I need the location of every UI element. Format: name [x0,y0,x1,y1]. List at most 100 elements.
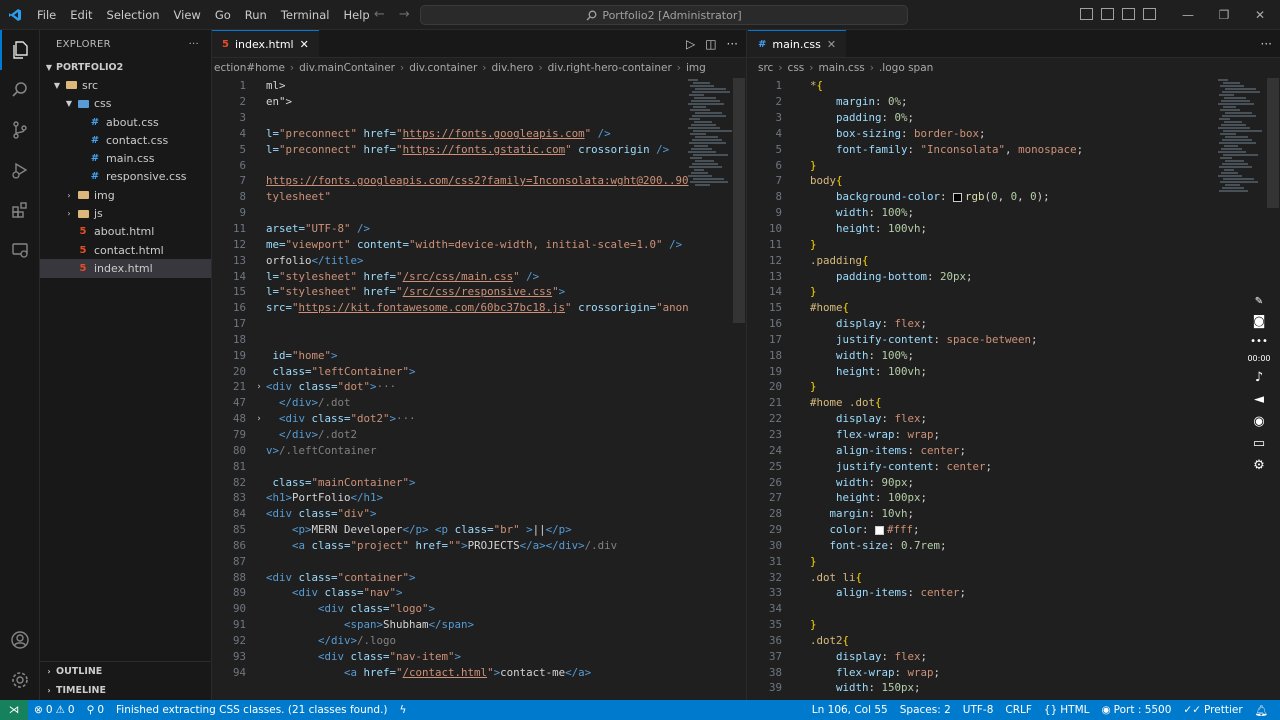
code-line[interactable]: 28 margin: 10vh; [748,506,1266,522]
account-icon[interactable] [0,620,40,660]
minimap-left[interactable] [688,78,732,198]
workspace-root[interactable]: ▼ PORTFOLIO2 [40,58,211,76]
split-editor-icon[interactable]: ◫ [705,37,716,51]
tree-item[interactable]: 5 about.html [40,223,211,241]
code-line[interactable]: 23 flex-wrap: wrap; [748,427,1266,443]
code-line[interactable]: 21 #home .dot{ [748,395,1266,411]
tree-item[interactable]: ▼ css [40,95,211,113]
code-line[interactable]: 34 [748,601,1266,617]
tree-item[interactable]: › img [40,186,211,204]
code-line[interactable]: 17 justify-content: space-between; [748,332,1266,348]
run-icon[interactable]: ▷ [686,37,695,51]
code-line[interactable]: 88 <div class="container"> [212,569,732,585]
tree-item[interactable]: # contact.css [40,131,211,149]
code-line[interactable]: 87 [212,553,732,569]
fold-chevron-icon[interactable]: › [252,414,266,424]
code-line[interactable]: 82 class="mainContainer"> [212,474,732,490]
menu-go[interactable]: Go [208,0,238,30]
close-tab-icon[interactable]: ✕ [827,38,836,51]
breadcrumb-item[interactable]: src [758,62,773,74]
manage-gear-icon[interactable] [0,660,40,700]
tree-item[interactable]: 5 contact.html [40,241,211,259]
breadcrumb-item[interactable]: div.mainContainer [299,62,395,74]
code-line[interactable]: 24 align-items: center; [748,442,1266,458]
code-line[interactable]: 85 <p>MERN Developer</p> <p class="br" >… [212,522,732,538]
code-line[interactable]: 86 <a class="project" href="">PROJECTS</… [212,537,732,553]
breadcrumb-item[interactable]: div.hero [491,62,533,74]
code-line[interactable]: 14 l="stylesheet" href="/src/css/main.css… [212,268,732,284]
code-line[interactable]: 37 display: flex; [748,648,1266,664]
code-line[interactable]: 38 flex-wrap: wrap; [748,664,1266,680]
encoding[interactable]: UTF-8 [957,704,1000,716]
code-line[interactable]: 14} [748,284,1266,300]
code-line[interactable]: 13 padding-bottom: 20px; [748,268,1266,284]
code-line[interactable]: 81 [212,458,732,474]
code-line[interactable]: 21 › <div class="dot">··· [212,379,732,395]
code-line[interactable]: 8 background-color: rgb(0, 0, 0); [748,189,1266,205]
webcam-icon[interactable]: ◉ [1253,414,1264,429]
search-view-icon[interactable] [0,70,40,110]
code-line[interactable]: 15 #home{ [748,300,1266,316]
close-tab-icon[interactable]: ✕ [300,38,309,51]
code-line[interactable]: 32 .dot li{ [748,569,1266,585]
code-area-right[interactable]: 1 *{2 margin: 0%; 3 padding: 0%; 4 box-sizi… [748,78,1266,700]
code-line[interactable]: 5 l="preconnect" href="https://fonts.gsta… [212,141,732,157]
code-line[interactable]: 30 font-size: 0.7rem; [748,537,1266,553]
color-swatch[interactable] [953,192,963,202]
code-line[interactable]: 8 tylesheet" [212,189,732,205]
code-line[interactable]: 36 .dot2{ [748,633,1266,649]
code-line[interactable]: 25 justify-content: center; [748,458,1266,474]
camera-icon[interactable]: ◙ [1253,314,1266,329]
pin-icon[interactable]: ✎ [1255,296,1263,307]
restore-icon[interactable]: ❐ [1206,0,1242,30]
toggle-secondary-sidebar-icon[interactable] [1122,8,1135,20]
color-swatch[interactable] [875,525,885,535]
breadcrumb-item[interactable]: ection#home [214,62,285,74]
explorer-icon[interactable] [0,30,40,70]
code-line[interactable]: 9 width: 100%; [748,205,1266,221]
code-line[interactable]: 47 </div>/.dot [212,395,732,411]
code-line[interactable]: 11 arset="UTF-8" /> [212,221,732,237]
more-icon[interactable]: ••• [1250,336,1268,347]
menu-selection[interactable]: Selection [100,0,167,30]
code-line[interactable]: 79 </div>/.dot2 [212,427,732,443]
breadcrumb-item[interactable]: main.css [818,62,864,74]
tab-index-html[interactable]: 5 index.html ✕ [212,30,319,57]
customize-layout-icon[interactable] [1143,8,1156,20]
code-line[interactable]: 11} [748,236,1266,252]
code-line[interactable]: 2 en"> [212,94,732,110]
code-line[interactable]: 33 align-items: center; [748,585,1266,601]
code-line[interactable]: 12 .padding{ [748,252,1266,268]
scroll-thumb[interactable] [733,78,745,323]
language-mode[interactable]: {} HTML [1038,704,1096,716]
breadcrumb-item[interactable]: css [788,62,805,74]
menu-view[interactable]: View [167,0,208,30]
code-line[interactable]: 83 <h1>PortFolio</h1> [212,490,732,506]
menu-run[interactable]: Run [238,0,274,30]
code-line[interactable]: 27 height: 100px; [748,490,1266,506]
outline-section[interactable]: › OUTLINE [40,662,212,681]
close-window-icon[interactable]: ✕ [1242,0,1278,30]
speaker-icon[interactable]: ◄ [1254,392,1264,407]
code-line[interactable]: 92 </div>/.logo [212,633,732,649]
cursor-position[interactable]: Ln 106, Col 55 [806,704,894,716]
problems-indicator[interactable]: ⊗ 0 ⚠ 0 [28,704,81,716]
menu-file[interactable]: File [30,0,63,30]
code-line[interactable]: 31} [748,553,1266,569]
more-actions-icon[interactable]: ··· [189,39,199,50]
breadcrumb-item[interactable]: div.container [409,62,477,74]
code-line[interactable]: 6 [212,157,732,173]
code-line[interactable]: 1 *{ [748,78,1266,94]
screen-icon[interactable]: ▭ [1253,436,1265,451]
code-line[interactable]: 90 <div class="logo"> [212,601,732,617]
notifications-bell-icon[interactable]: 🔔︎ [1249,704,1274,717]
code-line[interactable]: 5 font-family: "Inconsolata", monospace; [748,141,1266,157]
code-line[interactable]: 12 me="viewport" content="width=device-wi… [212,236,732,252]
code-line[interactable]: 22 display: flex; [748,411,1266,427]
source-control-icon[interactable] [0,110,40,150]
remote-indicator-icon[interactable]: ⋊ [0,700,28,720]
code-line[interactable]: 18 [212,332,732,348]
menu-help[interactable]: Help [336,0,376,30]
extensions-icon[interactable] [0,190,40,230]
code-line[interactable]: 2 margin: 0%; [748,94,1266,110]
